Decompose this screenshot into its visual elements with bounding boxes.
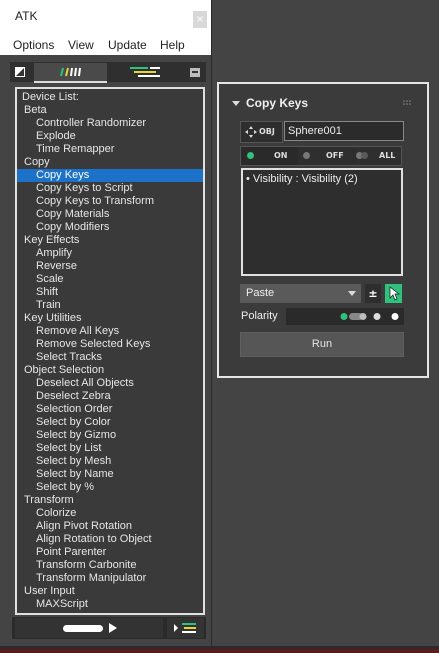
- dropdown-arrow-icon: [348, 291, 356, 296]
- queue-list-icon: [174, 623, 196, 633]
- toggle-on[interactable]: ON: [241, 147, 297, 165]
- device-category[interactable]: Key Utilities: [17, 312, 203, 325]
- queue-button[interactable]: [167, 618, 204, 638]
- device-item[interactable]: Deselect All Objects: [17, 377, 203, 390]
- polarity-slider[interactable]: [286, 308, 404, 325]
- toggle-all[interactable]: ALL: [354, 147, 401, 165]
- copy-keys-panel: Copy Keys OBJ Sphere001 ON OFF ALL • Vis…: [217, 82, 429, 378]
- device-item[interactable]: Copy Keys: [17, 169, 203, 182]
- run-button[interactable]: Run: [240, 332, 404, 357]
- toolbox-icon: [190, 68, 200, 77]
- polarity-label: Polarity: [241, 310, 278, 322]
- grip-icon[interactable]: [403, 100, 411, 108]
- device-item[interactable]: Remove Selected Keys: [17, 338, 203, 351]
- device-category[interactable]: Copy: [17, 156, 203, 169]
- device-item[interactable]: Align Pivot Rotation: [17, 520, 203, 533]
- toolbar-tabs: [10, 62, 206, 83]
- obj-label: OBJ: [259, 127, 275, 136]
- device-item[interactable]: Amplify: [17, 247, 203, 260]
- toggle-all-label: ALL: [379, 151, 396, 160]
- off-dot-icon: [303, 152, 310, 159]
- play-controls[interactable]: [15, 618, 163, 638]
- menu-bar: Options View Update Help: [0, 35, 211, 55]
- atk-window: ATK × Options View Update Help Device Li…: [0, 0, 212, 646]
- device-item[interactable]: Point Parenter: [17, 546, 203, 559]
- device-item[interactable]: Align Rotation to Object: [17, 533, 203, 546]
- device-item[interactable]: Select by List: [17, 442, 203, 455]
- device-item[interactable]: Select by Mesh: [17, 455, 203, 468]
- all-dot-b-icon: [361, 152, 368, 159]
- device-category[interactable]: Object Selection: [17, 364, 203, 377]
- title-bar: ATK ×: [0, 0, 211, 35]
- menu-update[interactable]: Update: [108, 38, 147, 52]
- menu-view[interactable]: View: [68, 38, 94, 52]
- device-item[interactable]: Transform Carbonite: [17, 559, 203, 572]
- device-item[interactable]: Reverse: [17, 260, 203, 273]
- tracks-list[interactable]: • Visibility : Visibility (2): [241, 168, 403, 276]
- device-item[interactable]: Select by %: [17, 481, 203, 494]
- device-item[interactable]: Scale: [17, 273, 203, 286]
- device-item[interactable]: Copy Modifiers: [17, 221, 203, 234]
- device-item[interactable]: Colorize: [17, 507, 203, 520]
- window-title: ATK: [15, 9, 38, 23]
- device-item[interactable]: Deselect Zebra: [17, 390, 203, 403]
- playback-bar: [12, 617, 206, 639]
- move-icon: [245, 126, 257, 138]
- device-item[interactable]: Copy Keys to Script: [17, 182, 203, 195]
- device-item[interactable]: Explode: [17, 130, 203, 143]
- device-item[interactable]: Selection Order: [17, 403, 203, 416]
- object-name-field[interactable]: Sphere001: [284, 121, 404, 141]
- device-category[interactable]: User Input: [17, 585, 203, 598]
- collapse-button[interactable]: [13, 63, 27, 81]
- tab-devices[interactable]: [34, 63, 107, 83]
- menu-help[interactable]: Help: [160, 38, 185, 52]
- close-button[interactable]: ×: [193, 11, 207, 28]
- mode-dropdown[interactable]: Paste: [240, 284, 361, 303]
- device-item[interactable]: Select by Name: [17, 468, 203, 481]
- toggle-off-label: OFF: [326, 151, 344, 160]
- pick-object-button[interactable]: OBJ: [240, 121, 283, 143]
- device-item[interactable]: MAXScript: [17, 598, 203, 611]
- device-item[interactable]: Copy Materials: [17, 208, 203, 221]
- play-icon: [63, 623, 117, 633]
- panel-title: Copy Keys: [246, 96, 309, 110]
- list-icon: [130, 67, 160, 77]
- collapse-arrow-icon[interactable]: [232, 100, 240, 108]
- device-item[interactable]: Remove All Keys: [17, 325, 203, 338]
- device-category[interactable]: Beta: [17, 104, 203, 117]
- track-item[interactable]: • Visibility : Visibility (2): [246, 173, 358, 185]
- on-dot-icon: [247, 152, 254, 159]
- device-item[interactable]: Controller Randomizer: [17, 117, 203, 130]
- device-item[interactable]: Train: [17, 299, 203, 312]
- device-list-header: Device List:: [22, 91, 79, 103]
- device-item[interactable]: Select by Color: [17, 416, 203, 429]
- mode-value: Paste: [246, 287, 275, 299]
- device-item[interactable]: Time Remapper: [17, 143, 203, 156]
- polarity-dots-icon: [340, 313, 399, 320]
- device-item[interactable]: Copy Keys to Transform: [17, 195, 203, 208]
- bottom-status-strip: [0, 646, 439, 653]
- device-item[interactable]: Shift: [17, 286, 203, 299]
- cursor-icon: [389, 286, 401, 301]
- device-category[interactable]: Transform: [17, 494, 203, 507]
- plus-minus-button[interactable]: ±: [365, 284, 381, 303]
- toolbox-button[interactable]: [186, 63, 204, 81]
- device-item[interactable]: Transform Manipulator: [17, 572, 203, 585]
- toggle-off[interactable]: OFF: [298, 147, 353, 165]
- visibility-toggles: ON OFF ALL: [240, 146, 402, 166]
- toggle-on-label: ON: [274, 151, 288, 160]
- scroll-collapse-icon: [15, 67, 25, 77]
- device-list[interactable]: Device List: Beta Controller Randomizer Exp…: [15, 87, 205, 615]
- cursor-button[interactable]: [385, 284, 402, 303]
- graph-bars-icon: [60, 67, 81, 77]
- device-category[interactable]: Key Effects: [17, 234, 203, 247]
- device-item[interactable]: Select Tracks: [17, 351, 203, 364]
- tab-list[interactable]: [110, 63, 182, 81]
- device-item[interactable]: Select by Gizmo: [17, 429, 203, 442]
- menu-options[interactable]: Options: [13, 38, 54, 52]
